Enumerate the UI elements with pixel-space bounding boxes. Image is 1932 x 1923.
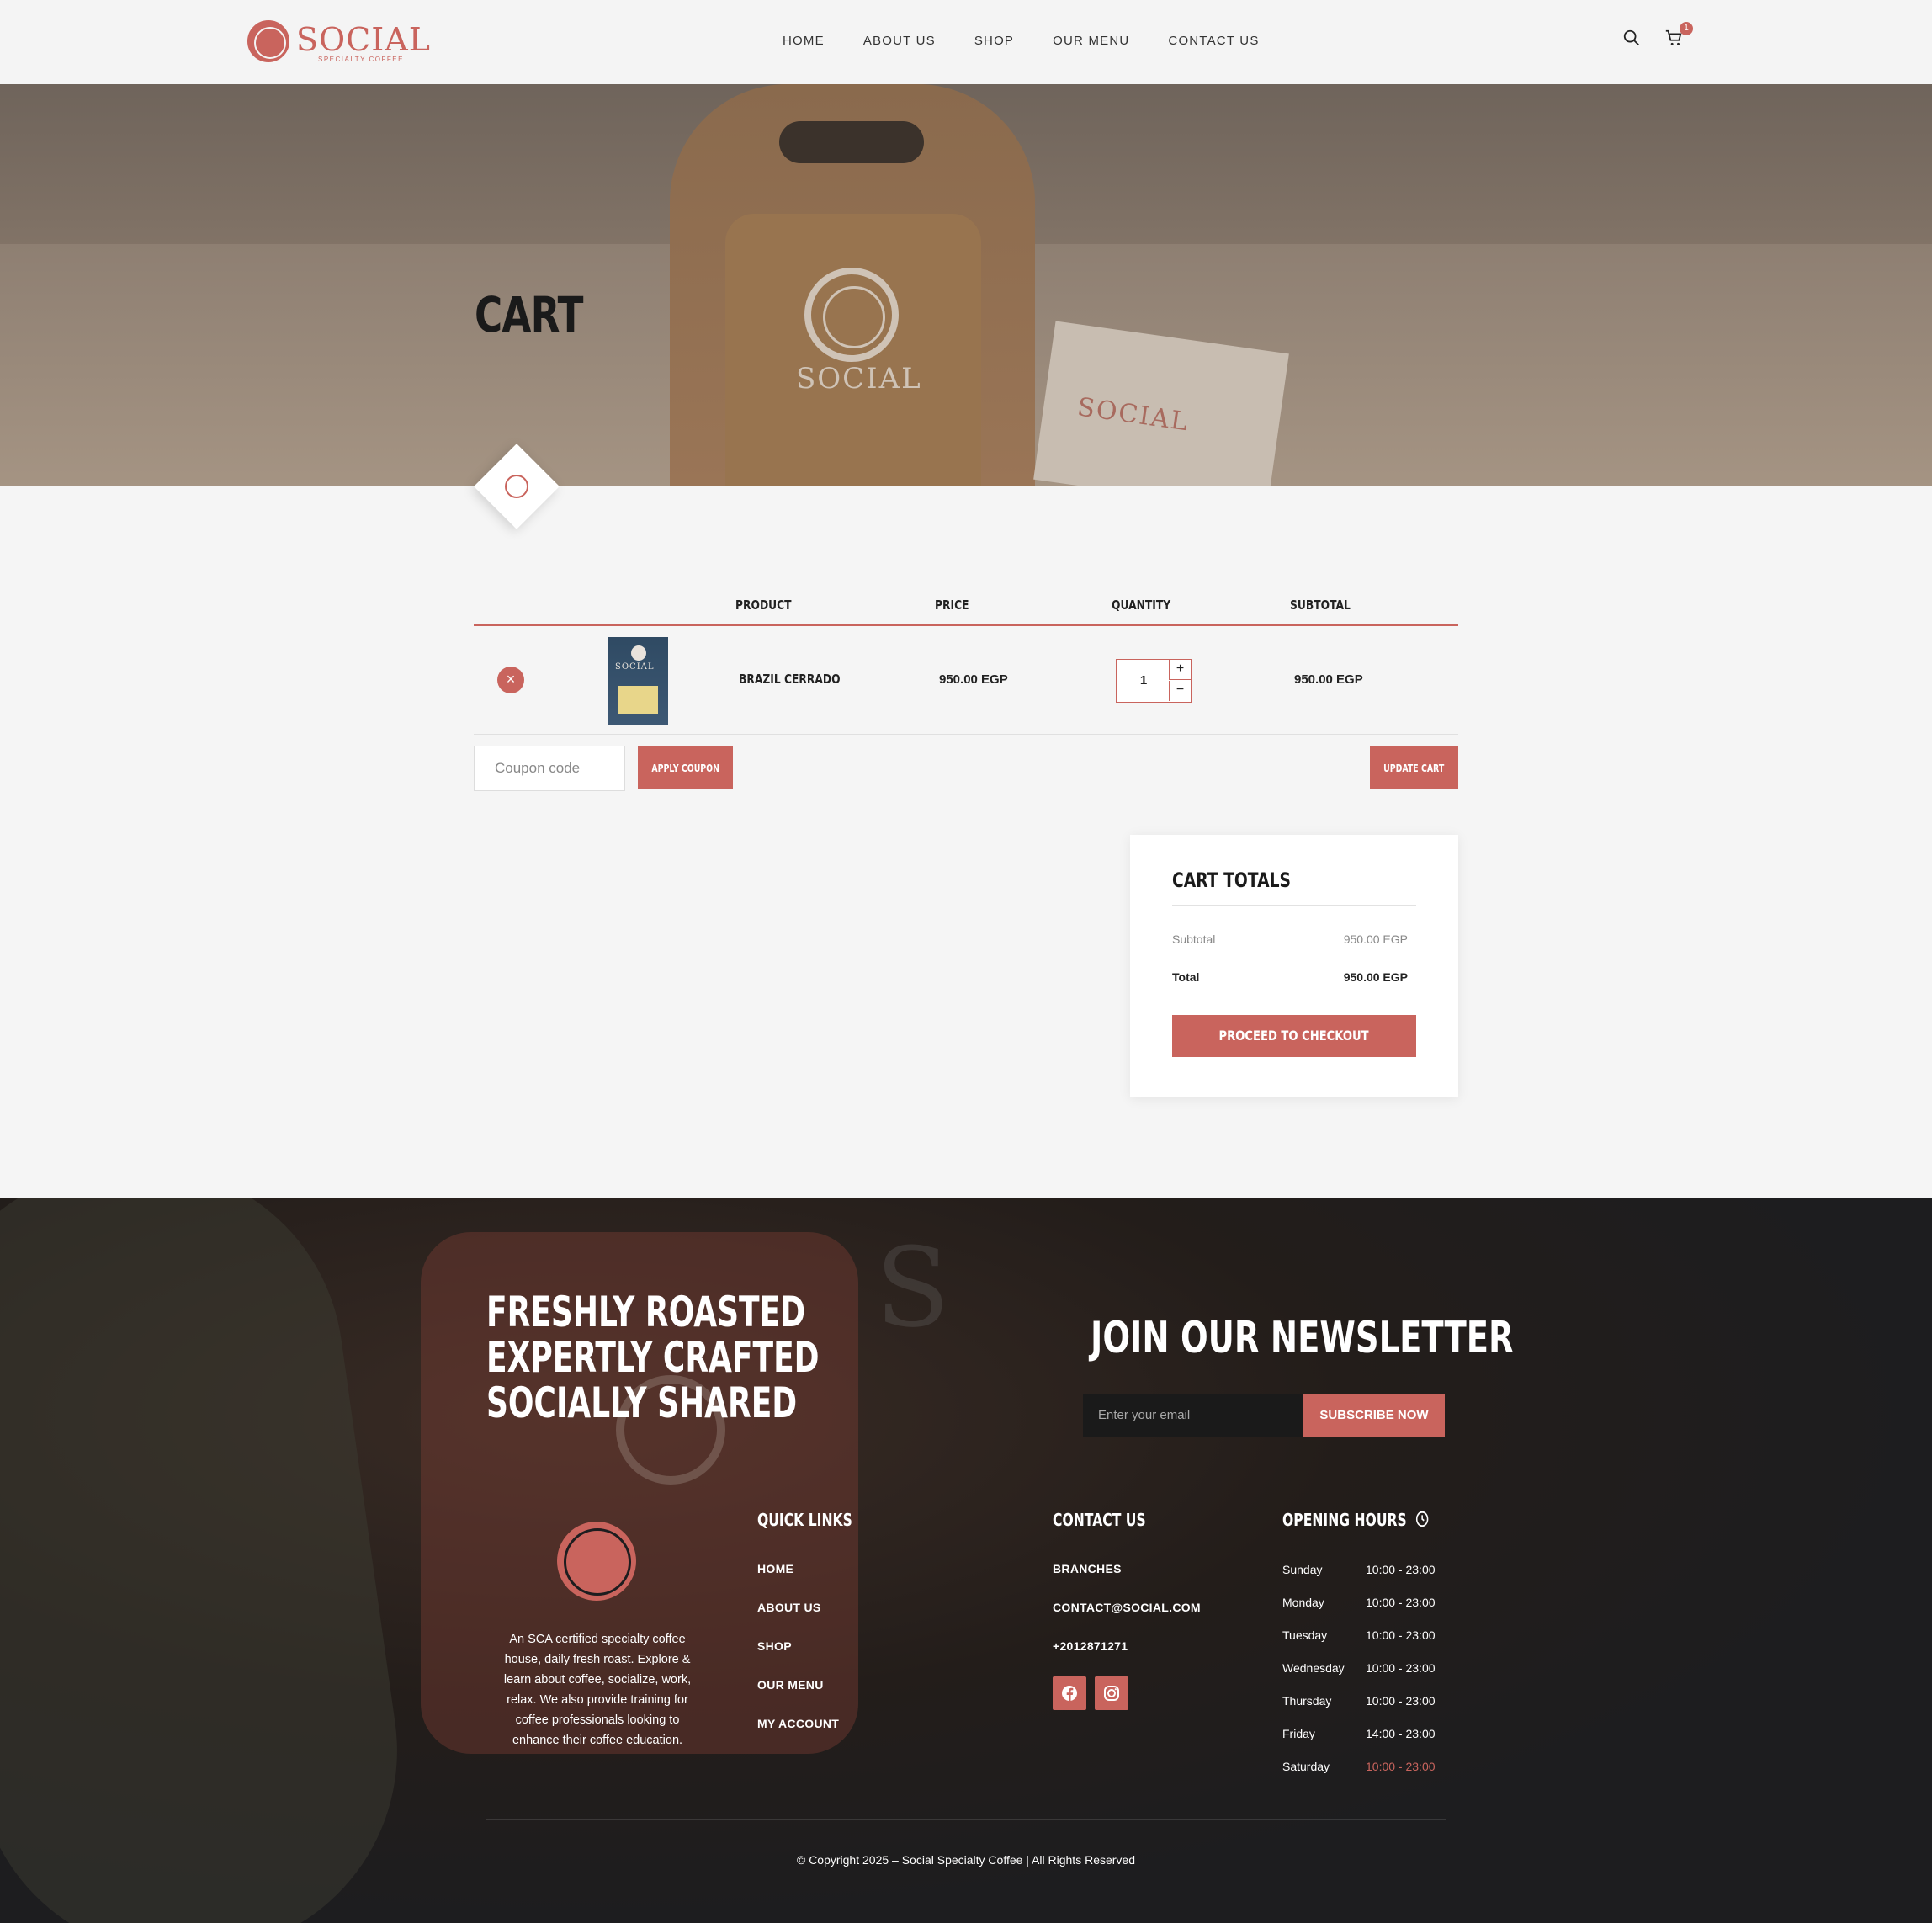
thumb-logo-icon	[631, 645, 646, 661]
cart-icon[interactable]: 1	[1664, 22, 1693, 49]
col-header-subtotal: SUBTOTAL	[1290, 598, 1351, 613]
col-header-price: PRICE	[935, 598, 969, 613]
header-actions: 1	[1622, 22, 1693, 49]
proceed-to-checkout-button[interactable]: PROCEED TO CHECKOUT	[1172, 1015, 1416, 1057]
newsletter-title: JOIN OUR NEWSLETTER	[1091, 1313, 1514, 1363]
cart-count-badge: 1	[1680, 22, 1693, 35]
footer-slogan: FRESHLY ROASTED EXPERTLY CRAFTED SOCIALL…	[486, 1289, 820, 1426]
quantity-increase-button[interactable]: +	[1169, 660, 1191, 680]
hours-time: 10:00 - 23:00	[1366, 1596, 1436, 1609]
carrier-brand-text: SOCIAL	[796, 362, 922, 396]
hours-time: 10:00 - 23:00	[1366, 1628, 1436, 1642]
hours-time-today: 10:00 - 23:00	[1366, 1760, 1436, 1773]
nav-home[interactable]: HOME	[783, 30, 825, 52]
apply-coupon-label: APPLY COUPON	[651, 762, 719, 774]
col-header-product: PRODUCT	[735, 598, 792, 613]
footer-bg-sign: S	[875, 1224, 968, 1352]
cart-totals-title: CART TOTALS	[1172, 869, 1291, 892]
product-subtotal: 950.00 EGP	[1294, 672, 1363, 687]
hero-banner: SOCIAL SOCIAL CART	[0, 84, 1932, 486]
footer-link-shop[interactable]: SHOP	[757, 1639, 792, 1653]
update-cart-button[interactable]: UPDATE CART	[1370, 746, 1458, 789]
brand-logo[interactable]: SOCIAL SPECIALTY COFFEE	[247, 20, 430, 66]
totals-divider	[1172, 905, 1416, 906]
footer-link-home[interactable]: HOME	[757, 1562, 794, 1575]
footer-link-about-us[interactable]: ABOUT US	[757, 1601, 821, 1614]
cart-totals-panel: CART TOTALS Subtotal 950.00 EGP Total 95…	[1130, 835, 1458, 1097]
facebook-icon[interactable]	[1053, 1676, 1086, 1710]
footer-about-text: An SCA certified specialty coffee house,…	[503, 1633, 692, 1747]
col-header-quantity: QUANTITY	[1112, 598, 1171, 613]
total-value: 950.00 EGP	[1343, 970, 1408, 984]
page-title: CART	[475, 286, 584, 343]
total-label: Total	[1172, 970, 1200, 984]
remove-item-button[interactable]: ×	[497, 667, 524, 693]
nav-our-menu[interactable]: OUR MENU	[1053, 30, 1129, 52]
apply-coupon-button[interactable]: APPLY COUPON	[638, 746, 733, 789]
footer-link-my-account[interactable]: MY ACCOUNT	[757, 1717, 839, 1730]
main-nav: HOME ABOUT US SHOP OUR MENU CONTACT US	[783, 30, 1298, 52]
hours-day: Saturday	[1282, 1760, 1330, 1773]
table-header-divider	[474, 624, 1458, 626]
quantity-stepper: 1 + −	[1116, 659, 1192, 703]
subscribe-button[interactable]: SUBSCRIBE NOW	[1303, 1394, 1445, 1437]
row-divider	[474, 734, 1458, 735]
quantity-decrease-button[interactable]: −	[1169, 681, 1191, 701]
carrier-logo-icon	[804, 268, 899, 362]
contact-phone-link[interactable]: +2012871271	[1053, 1639, 1128, 1653]
opening-hours-label: OPENING HOURS	[1282, 1510, 1407, 1530]
subtotal-label: Subtotal	[1172, 932, 1216, 946]
slogan-line-3: SOCIALLY SHARED	[486, 1379, 798, 1427]
thumb-brand-text: SOCIAL	[615, 662, 655, 672]
footer-divider	[486, 1819, 1446, 1820]
product-price: 950.00 EGP	[939, 672, 1008, 687]
brand-name: SOCIAL	[296, 21, 431, 58]
logo-mark-icon	[247, 20, 289, 62]
site-header: SOCIAL SPECIALTY COFFEE HOME ABOUT US SH…	[0, 0, 1932, 84]
search-icon[interactable]	[1622, 29, 1643, 49]
hours-day: Monday	[1282, 1596, 1324, 1609]
instagram-icon[interactable]	[1095, 1676, 1128, 1710]
hours-time: 10:00 - 23:00	[1366, 1563, 1436, 1576]
footer-link-our-menu[interactable]: OUR MENU	[757, 1678, 824, 1692]
hours-day: Sunday	[1282, 1563, 1323, 1576]
thumb-label	[618, 686, 658, 714]
product-name-link[interactable]: BRAZIL CERRADO	[739, 672, 841, 687]
hours-time: 10:00 - 23:00	[1366, 1694, 1436, 1708]
hours-day: Wednesday	[1282, 1661, 1345, 1675]
footer-bg-arm	[0, 1198, 423, 1923]
nav-contact-us[interactable]: CONTACT US	[1168, 30, 1259, 52]
hours-time: 14:00 - 23:00	[1366, 1727, 1436, 1740]
contact-title: CONTACT US	[1053, 1510, 1146, 1530]
contact-email-link[interactable]: CONTACT@SOCIAL.COM	[1053, 1601, 1201, 1614]
paper-bag-text: SOCIAL	[1075, 392, 1192, 438]
opening-hours-title: OPENING HOURS	[1282, 1510, 1430, 1530]
coupon-input[interactable]: Coupon code	[474, 746, 625, 791]
hours-day: Friday	[1282, 1727, 1315, 1740]
site-footer: S	[0, 1198, 1932, 1923]
nav-shop[interactable]: SHOP	[974, 30, 1014, 52]
newsletter-email-input[interactable]: Enter your email	[1083, 1394, 1303, 1437]
carrier-handle	[779, 121, 924, 163]
product-thumbnail[interactable]: SOCIAL	[608, 637, 668, 725]
quantity-input[interactable]: 1	[1117, 660, 1170, 702]
quick-links-title: QUICK LINKS	[757, 1510, 852, 1530]
hours-time: 10:00 - 23:00	[1366, 1661, 1436, 1675]
slogan-line-2: EXPERTLY CRAFTED	[486, 1333, 820, 1382]
hero-coffee-carrier: SOCIAL	[670, 84, 1035, 486]
hours-day: Thursday	[1282, 1694, 1332, 1708]
footer-logo-icon[interactable]	[557, 1522, 636, 1601]
clock-icon	[1416, 1511, 1429, 1527]
hours-day: Tuesday	[1282, 1628, 1328, 1642]
subtotal-value: 950.00 EGP	[1343, 932, 1408, 946]
copyright-text: © Copyright 2025 – Social Specialty Coff…	[796, 1853, 1135, 1867]
cup-logo-icon	[505, 475, 528, 498]
update-cart-label: UPDATE CART	[1383, 762, 1445, 774]
brand-tagline: SPECIALTY COFFEE	[318, 56, 404, 63]
slogan-line-1: FRESHLY ROASTED	[486, 1288, 806, 1336]
checkout-label: PROCEED TO CHECKOUT	[1218, 1028, 1370, 1044]
nav-about-us[interactable]: ABOUT US	[863, 30, 936, 52]
contact-branches-link[interactable]: BRANCHES	[1053, 1562, 1122, 1575]
